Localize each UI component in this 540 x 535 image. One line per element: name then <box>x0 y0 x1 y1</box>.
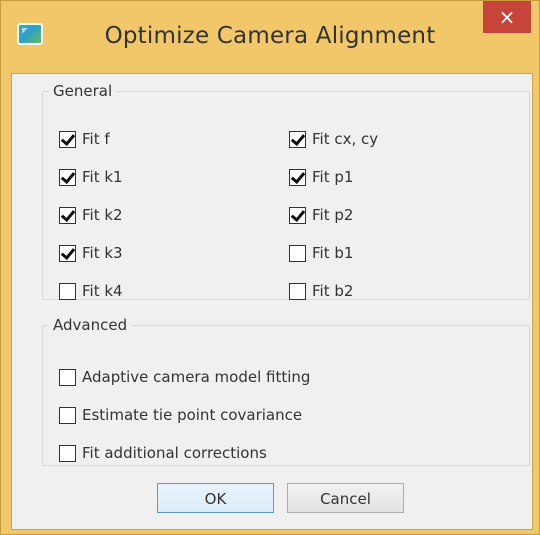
checkbox-label: Fit k2 <box>82 206 123 224</box>
checkbox-label: Fit p2 <box>312 206 354 224</box>
checkbox-box[interactable] <box>289 282 306 300</box>
advanced-group: Advanced Adaptive camera model fitting E… <box>42 316 530 466</box>
checkbox-fit-k1[interactable]: Fit k1 <box>59 168 123 186</box>
cancel-button[interactable]: Cancel <box>287 483 404 513</box>
checkbox-estimate-tie-point-covariance[interactable]: Estimate tie point covariance <box>59 406 302 424</box>
checkbox-fit-b2[interactable]: Fit b2 <box>289 282 353 300</box>
checkbox-label: Fit k3 <box>82 244 123 262</box>
checkbox-fit-additional-corrections[interactable]: Fit additional corrections <box>59 444 267 462</box>
general-group: General Fit f Fit k1 Fit k2 Fit k3 Fit k… <box>42 82 530 300</box>
checkbox-fit-f[interactable]: Fit f <box>59 130 110 148</box>
dialog-title: Optimize Camera Alignment <box>104 23 436 49</box>
checkbox-box[interactable] <box>59 368 76 386</box>
checkbox-label: Fit additional corrections <box>82 444 267 462</box>
checkbox-fit-k3[interactable]: Fit k3 <box>59 244 123 262</box>
checkbox-box[interactable] <box>59 206 76 224</box>
checkbox-box[interactable] <box>59 168 76 186</box>
checkbox-fit-k2[interactable]: Fit k2 <box>59 206 123 224</box>
checkbox-fit-p1[interactable]: Fit p1 <box>289 168 353 186</box>
checkbox-box[interactable] <box>289 130 306 148</box>
title-bar[interactable]: Optimize Camera Alignment × <box>1 1 539 73</box>
checkbox-box[interactable] <box>289 244 306 262</box>
checkbox-label: Fit b2 <box>312 282 354 300</box>
checkbox-box[interactable] <box>289 206 306 224</box>
ok-button[interactable]: OK <box>157 483 274 513</box>
checkbox-label: Fit p1 <box>312 168 354 186</box>
checkbox-box[interactable] <box>59 444 76 462</box>
dialog-window: Optimize Camera Alignment × General Fit … <box>0 0 540 535</box>
checkbox-label: Fit f <box>82 130 110 148</box>
checkbox-box[interactable] <box>289 168 306 186</box>
checkbox-label: Fit cx, cy <box>312 130 379 148</box>
checkbox-label: Fit k1 <box>82 168 123 186</box>
advanced-legend: Advanced <box>53 316 128 334</box>
checkbox-fit-cx-cy[interactable]: Fit cx, cy <box>289 130 378 148</box>
general-legend: General <box>53 82 113 100</box>
checkbox-label: Estimate tie point covariance <box>82 406 303 424</box>
checkbox-fit-b1[interactable]: Fit b1 <box>289 244 353 262</box>
checkbox-box[interactable] <box>59 406 76 424</box>
checkbox-box[interactable] <box>59 282 76 300</box>
checkbox-fit-k4[interactable]: Fit k4 <box>59 282 123 300</box>
checkbox-box[interactable] <box>59 130 76 148</box>
close-icon: × <box>498 5 516 29</box>
checkbox-label: Fit b1 <box>312 244 354 262</box>
checkbox-label: Adaptive camera model fitting <box>82 368 311 386</box>
checkbox-box[interactable] <box>59 244 76 262</box>
checkbox-fit-p2[interactable]: Fit p2 <box>289 206 353 224</box>
checkbox-adaptive-camera-model-fitting[interactable]: Adaptive camera model fitting <box>59 368 310 386</box>
checkbox-label: Fit k4 <box>82 282 123 300</box>
dialog-body: General Fit f Fit k1 Fit k2 Fit k3 Fit k… <box>11 73 533 530</box>
close-button[interactable]: × <box>483 1 531 33</box>
